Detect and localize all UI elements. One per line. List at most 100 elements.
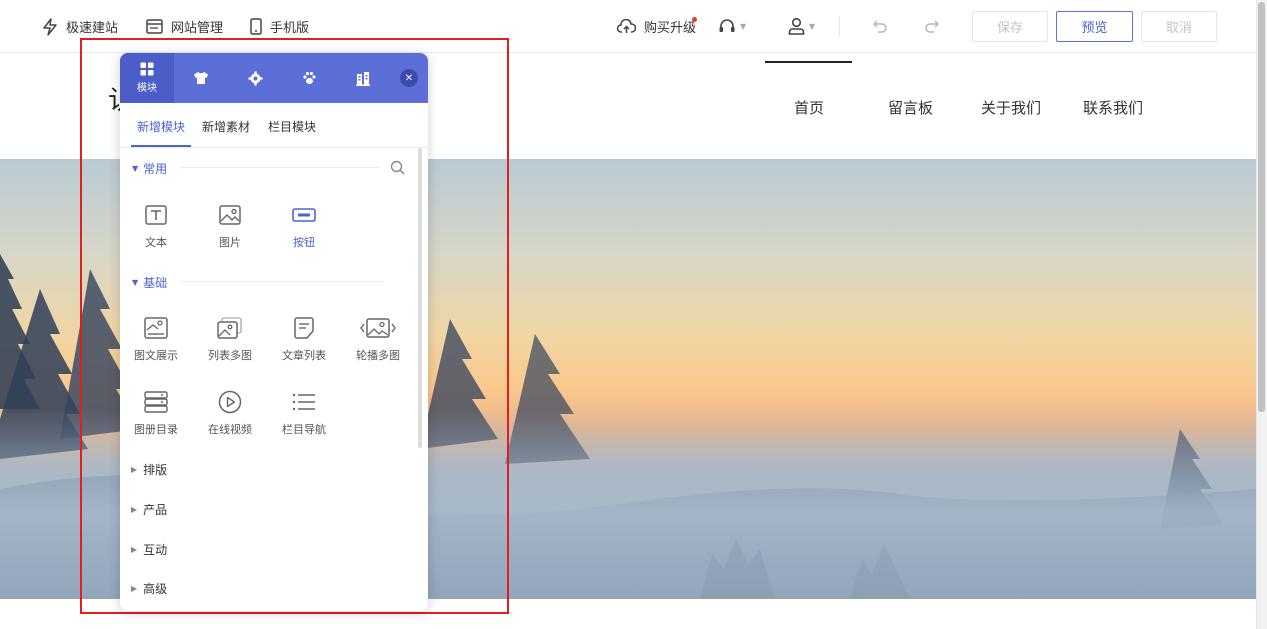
nav-guestbook[interactable]: 留言板: [888, 97, 933, 118]
module-carousel-label: 轮播多图: [356, 349, 400, 362]
module-article-list-label: 文章列表: [282, 349, 326, 362]
save-button[interactable]: 保存: [972, 11, 1048, 42]
module-video-label: 在线视频: [208, 423, 252, 436]
gear-icon: [248, 71, 262, 85]
support-menu[interactable]: ▼: [718, 16, 746, 36]
chevron-down-icon: ▼: [809, 21, 816, 31]
search-icon[interactable]: [390, 160, 405, 179]
caret-down-icon: ▼: [132, 164, 139, 173]
page-scrollbar-thumb[interactable]: [1258, 2, 1265, 412]
mobile-button[interactable]: 手机版: [250, 0, 309, 53]
module-button-label: 按钮: [293, 236, 315, 249]
tab-theme[interactable]: [174, 53, 228, 103]
caret-right-icon: ▶: [131, 465, 138, 474]
account-menu[interactable]: ▼: [788, 16, 815, 36]
section-interaction[interactable]: ▶ 互动: [131, 541, 167, 558]
caret-right-icon: ▶: [131, 505, 138, 514]
top-toolbar: 极速建站 网站管理 手机版 购买升级 ▼ ▼ 保存 预览 取消: [0, 0, 1256, 53]
section-advanced[interactable]: ▶ 高级: [131, 580, 167, 597]
module-album[interactable]: 图册目录: [124, 389, 188, 445]
section-advanced-title: 高级: [143, 582, 168, 596]
image-text-icon: [144, 317, 168, 339]
site-manage-button[interactable]: 网站管理: [146, 0, 223, 53]
module-button[interactable]: 按钮: [272, 202, 336, 258]
button-icon: [292, 208, 316, 222]
nav-contact[interactable]: 联系我们: [1083, 97, 1143, 118]
nav-home[interactable]: 首页: [794, 97, 824, 118]
module-image-text-label: 图文展示: [134, 349, 178, 362]
subtab-new-material[interactable]: 新增素材: [202, 118, 250, 135]
shirt-icon: [194, 72, 208, 84]
carousel-icon: [360, 318, 396, 338]
active-nav-indicator: [765, 61, 852, 63]
toolbar-divider: [839, 16, 840, 36]
module-article-list[interactable]: 文章列表: [272, 315, 336, 371]
redo-icon: [925, 20, 940, 33]
cloud-upload-icon: [617, 19, 636, 33]
panel-subtabs: 新增模块 新增素材 栏目模块: [120, 103, 428, 148]
panel-header: 模块 ✕: [120, 53, 428, 103]
module-video[interactable]: 在线视频: [198, 389, 262, 445]
module-panel: 模块 ✕ 新增模块 新增素材 栏目模块 ▼ 常用 文本 图片 按钮 ▼ 基础 图…: [120, 53, 428, 611]
section-product[interactable]: ▶ 产品: [131, 501, 167, 518]
module-column-nav[interactable]: 栏目导航: [272, 389, 336, 445]
headset-icon: [719, 18, 735, 32]
subtab-new-module[interactable]: 新增模块: [137, 118, 185, 135]
nav-about[interactable]: 关于我们: [981, 97, 1041, 118]
image-icon: [219, 205, 241, 225]
tab-settings[interactable]: [228, 53, 282, 103]
redo-button[interactable]: [924, 16, 940, 36]
tab-plugins[interactable]: [282, 53, 336, 103]
paw-icon: [302, 71, 316, 84]
section-product-title: 产品: [143, 503, 168, 517]
list-nav-icon: [292, 393, 315, 411]
multi-image-icon: [217, 317, 242, 339]
section-layout[interactable]: ▶ 排版: [131, 461, 167, 478]
undo-icon: [872, 20, 887, 33]
module-image[interactable]: 图片: [198, 202, 262, 258]
tab-pages[interactable]: [336, 53, 390, 103]
close-icon[interactable]: ✕: [400, 69, 418, 87]
album-icon: [144, 391, 168, 413]
cancel-button[interactable]: 取消: [1141, 11, 1217, 42]
mobile-label: 手机版: [270, 21, 310, 36]
section-basic-header[interactable]: ▼ 基础: [132, 274, 167, 291]
module-column-nav-label: 栏目导航: [282, 423, 326, 436]
module-album-label: 图册目录: [134, 423, 178, 436]
section-layout-title: 排版: [143, 463, 168, 477]
quick-build-button[interactable]: 极速建站: [42, 0, 118, 53]
tab-modules[interactable]: 模块: [120, 53, 174, 103]
section-interaction-title: 互动: [143, 543, 168, 557]
section-basic-title: 基础: [143, 276, 168, 290]
section-common-header[interactable]: ▼ 常用: [132, 160, 167, 177]
article-list-icon: [294, 317, 314, 339]
subtab-column-module[interactable]: 栏目模块: [268, 118, 316, 135]
upgrade-label: 购买升级: [644, 21, 697, 36]
section-divider: [180, 167, 380, 168]
module-carousel[interactable]: 轮播多图: [346, 315, 410, 371]
caret-down-icon: ▼: [132, 278, 139, 287]
subtab-active-indicator: [131, 145, 191, 147]
section-common-title: 常用: [143, 162, 168, 176]
section-divider: [180, 281, 383, 282]
undo-button[interactable]: [872, 16, 888, 36]
module-image-text[interactable]: 图文展示: [124, 315, 188, 371]
user-icon: [788, 17, 805, 35]
panel-scrollbar[interactable]: [418, 148, 422, 448]
caret-right-icon: ▶: [131, 584, 138, 593]
caret-right-icon: ▶: [131, 545, 138, 554]
module-text[interactable]: 文本: [124, 202, 188, 258]
play-icon: [218, 390, 242, 414]
lightning-icon: [43, 17, 57, 36]
site-manage-label: 网站管理: [171, 21, 224, 36]
chevron-down-icon: ▼: [740, 21, 747, 31]
quick-build-label: 极速建站: [66, 21, 119, 36]
module-image-label: 图片: [219, 236, 241, 249]
text-icon: [145, 205, 167, 225]
phone-icon: [250, 18, 262, 35]
module-multi-image-label: 列表多图: [208, 349, 252, 362]
upgrade-button[interactable]: 购买升级: [617, 0, 696, 53]
module-multi-image[interactable]: 列表多图: [198, 315, 262, 371]
grid-icon: [140, 62, 154, 76]
preview-button[interactable]: 预览: [1056, 11, 1133, 42]
